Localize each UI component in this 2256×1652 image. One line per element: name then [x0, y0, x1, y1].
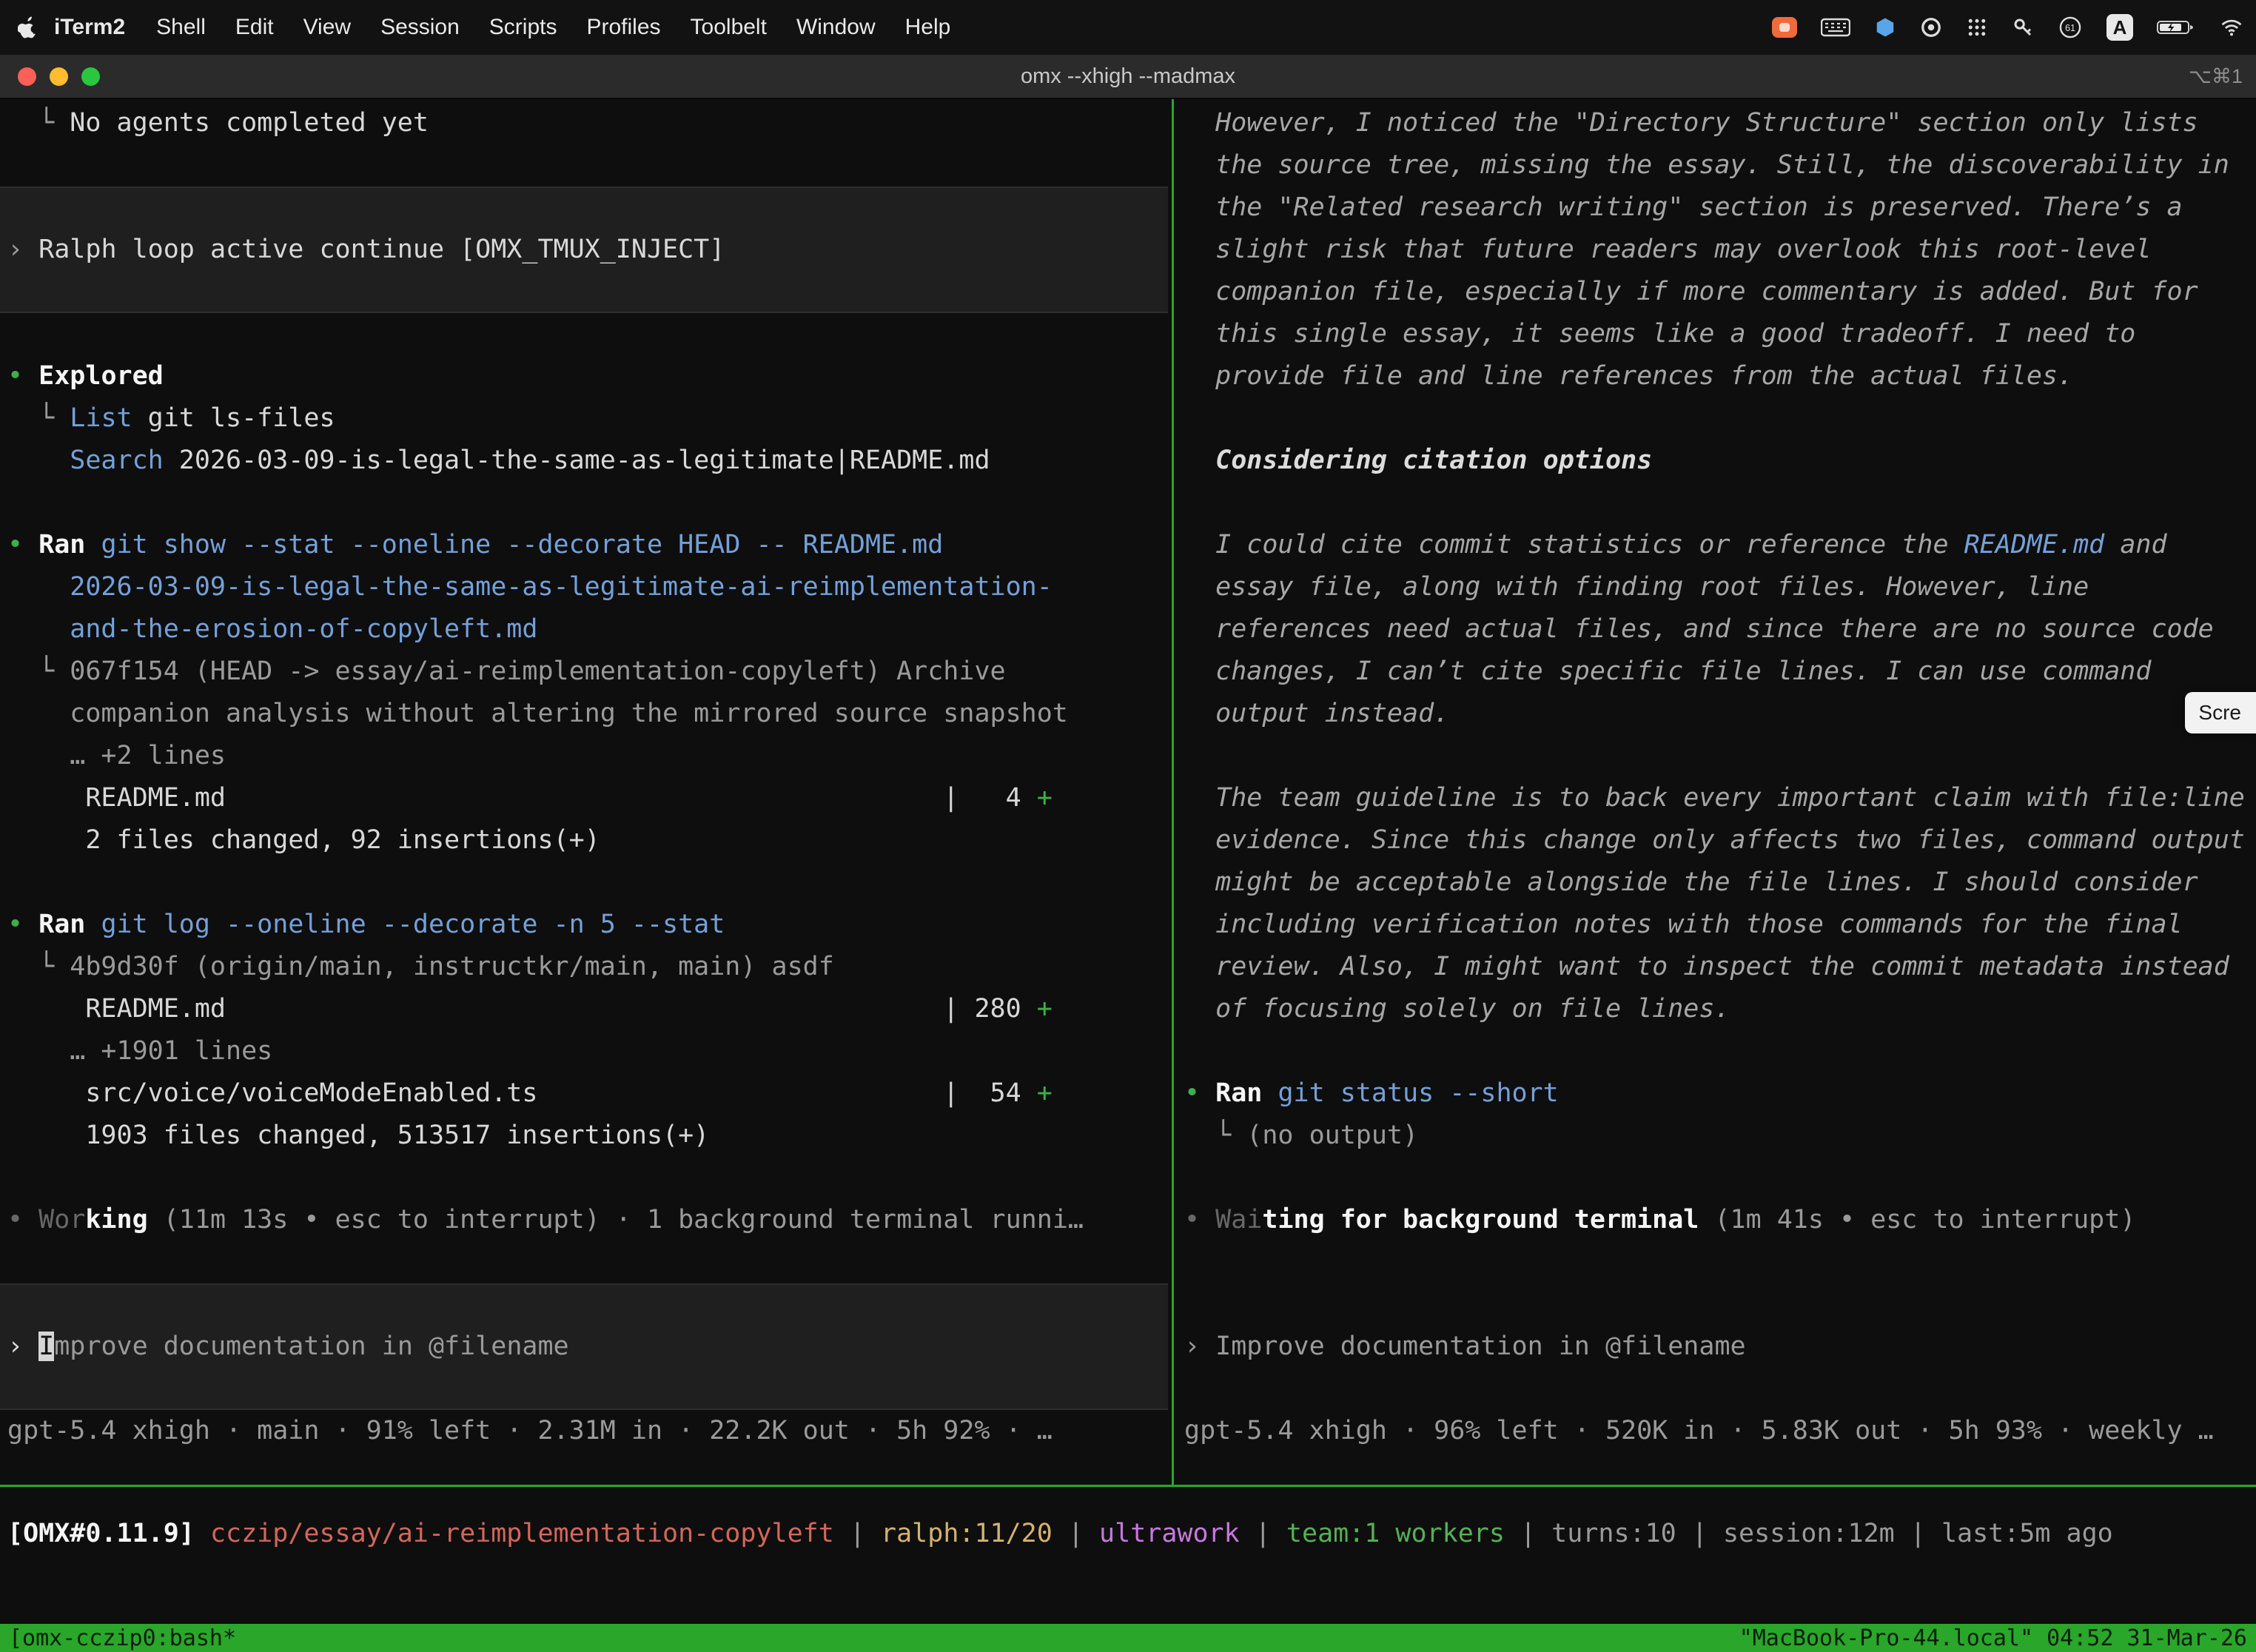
- input-source-icon[interactable]: A: [2106, 0, 2133, 55]
- explored-search-item: Search 2026-03-09-is-legal-the-same-as-l…: [7, 440, 990, 482]
- ralph-loop-message: › Ralph loop active continue [OMX_TMUX_I…: [7, 229, 725, 271]
- key-icon[interactable]: [2012, 0, 2034, 55]
- ran-git-show: • Ran git show --stat --oneline --decora…: [7, 524, 943, 566]
- menubar-left: iTerm2 Shell Edit View Session Scripts Profil…: [18, 15, 950, 40]
- menu-toolbelt[interactable]: Toolbelt: [691, 15, 767, 40]
- waiting-status: • Waiting for background terminal (1m 41…: [1184, 1199, 2135, 1241]
- reasoning-line: of focusing solely on file lines.: [1184, 988, 1730, 1030]
- reasoning-line: essay file, along with finding root file…: [1184, 566, 2089, 608]
- reasoning-line: output instead.: [1184, 693, 1449, 735]
- window-titlebar[interactable]: omx --xhigh --madmax ⌥⌘1: [0, 55, 2256, 99]
- wifi-icon[interactable]: [2219, 0, 2244, 55]
- reasoning-line: provide file and line references from th…: [1184, 355, 2073, 397]
- diffstat-voicemode: src/voice/voiceModeEnabled.ts | 54 +: [7, 1072, 1053, 1115]
- elided-lines: … +2 lines: [7, 735, 226, 777]
- explored-list-item: └ List git ls-files: [7, 397, 335, 440]
- explored-header: • Explored: [7, 355, 164, 397]
- model-status-line: gpt-5.4 xhigh · main · 91% left · 2.31M …: [7, 1410, 1053, 1452]
- elided-lines: … +1901 lines: [7, 1030, 272, 1072]
- macos-menubar: iTerm2 Shell Edit View Session Scripts Profil…: [0, 0, 2256, 55]
- reasoning-line: companion file, especially if more comme…: [1184, 271, 2198, 313]
- svg-text:61: 61: [2065, 23, 2075, 33]
- menu-help[interactable]: Help: [905, 15, 951, 40]
- menubar-menus: Shell Edit View Session Scripts Profiles Toolb…: [156, 15, 950, 40]
- prompt-input-line: › Improve documentation in @filename: [7, 1326, 569, 1368]
- command-arg-line: 2026-03-09-is-legal-the-same-as-legitima…: [7, 566, 1053, 608]
- window-shortcut-hint: ⌥⌘1: [2189, 55, 2243, 98]
- dots-grid-icon[interactable]: [1966, 0, 1988, 55]
- app-icon-ring[interactable]: [1920, 0, 1942, 55]
- reasoning-line: the source tree, missing the essay. Stil…: [1184, 144, 2229, 187]
- menu-profiles[interactable]: Profiles: [586, 15, 660, 40]
- diffstat-readme: README.md | 4 +: [7, 777, 1053, 819]
- tmux-session-window: [omx-cczip0:bash*: [9, 1625, 236, 1651]
- menu-edit[interactable]: Edit: [235, 15, 274, 40]
- omx-status-line: [OMX#0.11.9] cczip/essay/ai-reimplementa…: [7, 1513, 2113, 1555]
- apple-menu-icon[interactable]: [18, 16, 38, 39]
- left-terminal-pane[interactable]: └ No agents completed yet › Ralph loop ac…: [0, 99, 1172, 1485]
- diffstat-readme: README.md | 280 +: [7, 988, 1053, 1030]
- right-terminal-pane[interactable]: However, I noticed the "Directory Struct…: [1174, 99, 2256, 1485]
- menu-window[interactable]: Window: [796, 15, 876, 40]
- git-status-output: └ (no output): [1184, 1115, 1418, 1157]
- reasoning-line: The team guideline is to back every impo…: [1184, 777, 2245, 819]
- battery-percent-icon[interactable]: 61: [2058, 0, 2083, 55]
- menu-view[interactable]: View: [303, 15, 351, 40]
- reasoning-line: might be acceptable alongside the file l…: [1184, 862, 2198, 904]
- menu-scripts[interactable]: Scripts: [489, 15, 557, 40]
- reasoning-line: the "Related research writing" section i…: [1184, 187, 2183, 229]
- reasoning-line: this single essay, it seems like a good …: [1184, 313, 2135, 355]
- reasoning-line: slight risk that future readers may over…: [1184, 229, 2151, 271]
- reasoning-heading: Considering citation options: [1184, 440, 1652, 482]
- tmux-host-datetime: "MacBook-Pro-44.local" 04:52 31-Mar-26: [1739, 1625, 2247, 1651]
- commit-line: └ 4b9d30f (origin/main, instructkr/main,…: [7, 946, 834, 988]
- command-arg-line: and-the-erosion-of-copyleft.md: [7, 608, 537, 651]
- diffstat-summary: 2 files changed, 92 insertions(+): [7, 819, 600, 862]
- commit-line: └ 067f154 (HEAD -> essay/ai-reimplementa…: [7, 651, 1006, 693]
- tmux-horizontal-divider[interactable]: [0, 1485, 2256, 1487]
- model-status-line: gpt-5.4 xhigh · 96% left · 520K in · 5.8…: [1184, 1410, 2214, 1452]
- diffstat-summary: 1903 files changed, 513517 insertions(+): [7, 1115, 709, 1157]
- terminal-area: └ No agents completed yet › Ralph loop ac…: [0, 99, 2256, 1652]
- tmux-status-bar: [omx-cczip0:bash* "MacBook-Pro-44.local"…: [0, 1624, 2256, 1652]
- menu-session[interactable]: Session: [380, 15, 460, 40]
- menu-shell[interactable]: Shell: [156, 15, 206, 40]
- prompt-input-line: › Improve documentation in @filename: [1184, 1326, 1746, 1368]
- reasoning-line: evidence. Since this change only affects…: [1184, 819, 2245, 862]
- screen: iTerm2 Shell Edit View Session Scripts Profil…: [0, 0, 2256, 1652]
- screen-share-tooltip: Scre: [2185, 692, 2256, 733]
- window-title: omx --xhigh --madmax: [0, 55, 2256, 98]
- reasoning-line: review. Also, I might want to inspect th…: [1184, 946, 2229, 988]
- menu-app-name[interactable]: iTerm2: [54, 15, 125, 40]
- commit-line: companion analysis without altering the …: [7, 693, 1068, 735]
- ran-git-log: • Ran git log --oneline --decorate -n 5 …: [7, 904, 725, 946]
- app-icon-blue[interactable]: [1874, 0, 1896, 55]
- battery-icon[interactable]: [2157, 0, 2195, 55]
- no-agents-line: └ No agents completed yet: [7, 102, 429, 144]
- menubar-status-area: 61 A: [1772, 0, 2244, 55]
- reasoning-line: changes, I can’t cite specific file line…: [1184, 651, 2151, 693]
- working-status: • Working (11m 13s • esc to interrupt) ·…: [7, 1199, 1084, 1241]
- reasoning-line: including verification notes with those …: [1184, 904, 2183, 946]
- screen-recording-indicator[interactable]: [1772, 0, 1797, 55]
- keyboard-viewer-icon[interactable]: [1821, 0, 1850, 55]
- reasoning-line: I could cite commit statistics or refere…: [1184, 524, 2167, 566]
- reasoning-line: However, I noticed the "Directory Struct…: [1184, 102, 2198, 144]
- ran-git-status: • Ran git status --short: [1184, 1072, 1559, 1115]
- reasoning-line: references need actual files, and since …: [1184, 608, 2214, 651]
